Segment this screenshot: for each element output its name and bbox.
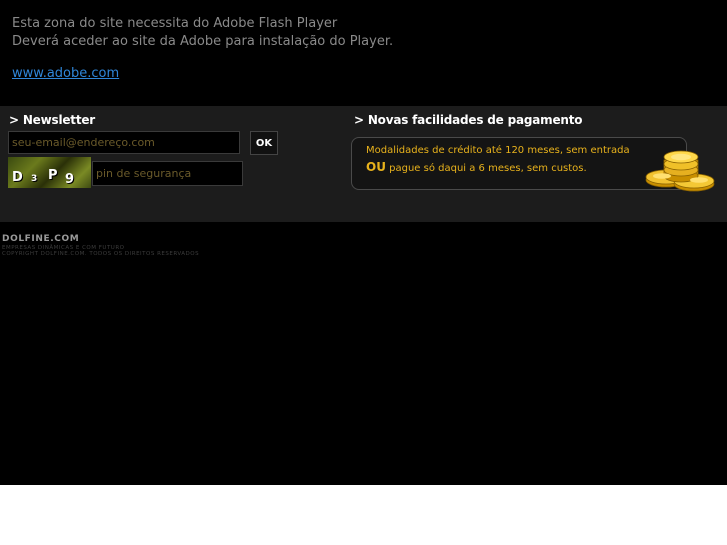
payment-deferred-text: OU pague só daqui a 6 meses, sem custos.: [366, 160, 587, 174]
payment-or-label: OU: [366, 160, 386, 174]
flash-notice: Esta zona do site necessita do Adobe Fla…: [12, 15, 393, 51]
payment-info-box[interactable]: Modalidades de crédito até 120 meses, se…: [351, 137, 687, 190]
newsletter-ok-button[interactable]: OK: [250, 131, 278, 155]
payment-credit-text: Modalidades de crédito até 120 meses, se…: [366, 145, 630, 156]
newsletter-email-input[interactable]: [8, 131, 240, 154]
page: Esta zona do site necessita do Adobe Fla…: [0, 0, 727, 485]
footer-copyright: COPYRIGHT DOLFINE.COM. TODOS OS DIREITOS…: [2, 251, 200, 257]
security-pin-input[interactable]: [92, 161, 243, 186]
gold-coins-icon: [645, 150, 715, 192]
captcha-char: 9: [65, 172, 75, 187]
flash-notice-line2: Deverá aceder ao site da Adobe para inst…: [12, 34, 394, 49]
captcha-image: D 3 P 9: [8, 157, 91, 188]
captcha-char: 3: [31, 174, 38, 184]
flash-notice-line1: Esta zona do site necessita do Adobe Fla…: [12, 16, 338, 31]
adobe-link[interactable]: www.adobe.com: [12, 66, 119, 81]
payment-deferred-rest: pague só daqui a 6 meses, sem custos.: [385, 163, 587, 174]
newsletter-title: > Newsletter: [9, 113, 96, 127]
footer-logo: DOLFINE.COM: [2, 234, 80, 244]
payment-title: > Novas facilidades de pagamento: [354, 113, 583, 127]
captcha-char: P: [48, 168, 58, 183]
captcha-char: D: [12, 170, 23, 185]
